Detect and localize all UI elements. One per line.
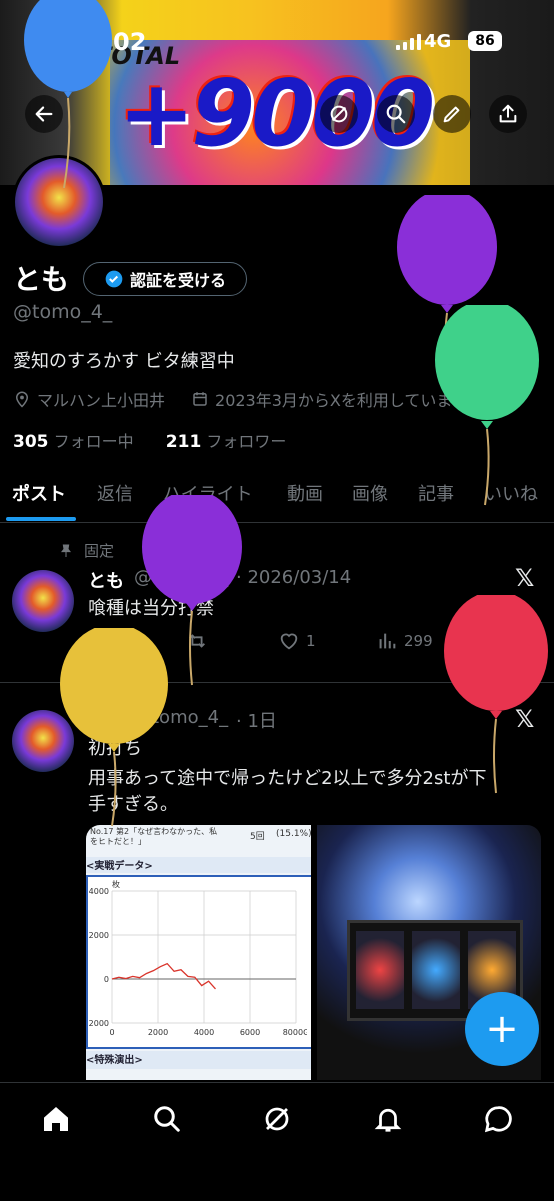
series-line bbox=[111, 962, 216, 990]
nav-search[interactable] bbox=[149, 1101, 185, 1137]
get-verified-button[interactable]: 認証を受ける bbox=[83, 262, 247, 296]
verified-badge-icon bbox=[105, 270, 123, 288]
following-label: フォロー中 bbox=[53, 432, 134, 451]
tab-replies[interactable]: 返信 bbox=[97, 480, 133, 506]
x-tick-label: 6000 bbox=[240, 1028, 260, 1037]
y-tick-label: 2000 bbox=[89, 1019, 109, 1028]
follow-stats: 305 フォロー中 211 フォロワー bbox=[13, 428, 286, 452]
search-button[interactable] bbox=[377, 95, 415, 133]
image-header-pct: (15.1%) bbox=[276, 829, 311, 839]
x-tick-label: 2000 bbox=[148, 1028, 168, 1037]
nav-grok[interactable] bbox=[259, 1101, 295, 1137]
share-icon bbox=[499, 104, 517, 123]
compose-button[interactable]: + bbox=[465, 992, 539, 1066]
tab-images[interactable]: 画像 bbox=[352, 480, 388, 506]
y-tick-label: 2000 bbox=[89, 931, 109, 940]
image-section-title: <実戦データ> bbox=[86, 857, 311, 873]
x-tick-label: 8000G bbox=[283, 1028, 307, 1037]
following-count: 305 bbox=[13, 432, 49, 452]
search-icon bbox=[386, 104, 406, 124]
views-icon bbox=[379, 633, 396, 649]
x-tick-label: 4000 bbox=[194, 1028, 214, 1037]
nav-notifications[interactable] bbox=[370, 1101, 406, 1137]
views-button[interactable]: 299 bbox=[376, 630, 433, 652]
search-icon bbox=[154, 1106, 180, 1132]
grok-icon bbox=[330, 105, 348, 123]
edit-button[interactable] bbox=[433, 95, 471, 133]
chart-frame: 0 2000 4000 6000 8000G 4000 2000 0 2000 枚 bbox=[86, 875, 311, 1049]
heart-icon bbox=[280, 633, 298, 650]
x-logo-icon: 𝕏 bbox=[515, 564, 535, 592]
post-date: · 1日 bbox=[236, 711, 277, 732]
signal-icon bbox=[396, 34, 421, 50]
followers-link[interactable]: 211 フォロワー bbox=[165, 432, 287, 452]
network-label: 4G bbox=[424, 31, 452, 52]
plus-icon: + bbox=[485, 1006, 519, 1052]
pinned-indicator: 固定 bbox=[58, 540, 114, 561]
home-icon bbox=[44, 1107, 68, 1131]
balloon-green bbox=[435, 305, 539, 506]
profile-handle: @tomo_4_ bbox=[13, 301, 113, 323]
active-tab-indicator bbox=[6, 517, 76, 521]
pencil-icon bbox=[443, 106, 460, 123]
balloon-red bbox=[444, 595, 548, 794]
post-image-chart[interactable]: No.17 第2「なぜ言わなかった、私をヒトだと！」 5回 (15.1%) <実… bbox=[86, 825, 311, 1080]
image-section2-title: <特殊演出> bbox=[86, 1051, 311, 1069]
profile-name: とも bbox=[13, 263, 70, 296]
x-tick-label: 0 bbox=[109, 1028, 114, 1037]
bell-icon bbox=[374, 1108, 402, 1132]
following-link[interactable]: 305 フォロー中 bbox=[13, 432, 134, 452]
views-count: 299 bbox=[404, 632, 433, 650]
balloon-yellow bbox=[60, 628, 168, 827]
line-chart: 0 2000 4000 6000 8000G4000200002000枚 bbox=[89, 879, 310, 1037]
profile-location: マルハン上小田井 bbox=[37, 391, 166, 410]
followers-count: 211 bbox=[165, 432, 202, 452]
y-axis-unit: 枚 bbox=[112, 879, 120, 889]
like-count: 1 bbox=[306, 632, 316, 650]
battery-indicator: 86 bbox=[468, 31, 502, 51]
share-button[interactable] bbox=[489, 95, 527, 133]
grok-icon bbox=[265, 1107, 289, 1131]
pin-icon bbox=[61, 544, 71, 557]
followers-label: フォロワー bbox=[206, 432, 287, 451]
nav-messages[interactable] bbox=[480, 1101, 516, 1137]
grok-button[interactable] bbox=[320, 95, 358, 133]
calendar-icon bbox=[193, 392, 207, 406]
image-header-text: No.17 第2「なぜ言わなかった、私をヒトだと！」 bbox=[90, 827, 218, 846]
tab-posts[interactable]: ポスト bbox=[12, 480, 66, 506]
post-date: · 2026/03/14 bbox=[236, 567, 352, 588]
get-verified-label: 認証を受ける bbox=[129, 271, 226, 290]
location-pin-icon bbox=[15, 391, 29, 408]
profile-bio: 愛知のすろかす ビタ練習中 bbox=[13, 351, 235, 372]
post-author-name[interactable]: とも bbox=[88, 567, 124, 593]
like-button[interactable]: 1 bbox=[278, 630, 316, 652]
post-avatar[interactable] bbox=[12, 570, 74, 632]
image-header-count: 5回 bbox=[250, 832, 265, 842]
bottom-navigation bbox=[0, 1082, 554, 1201]
message-icon bbox=[484, 1106, 512, 1133]
tab-videos[interactable]: 動画 bbox=[287, 480, 323, 506]
y-tick-label: 0 bbox=[104, 975, 109, 984]
balloon-blue bbox=[24, 0, 112, 189]
nav-home[interactable] bbox=[38, 1101, 74, 1137]
y-tick-label: 4000 bbox=[89, 887, 109, 896]
pinned-label: 固定 bbox=[84, 542, 115, 560]
